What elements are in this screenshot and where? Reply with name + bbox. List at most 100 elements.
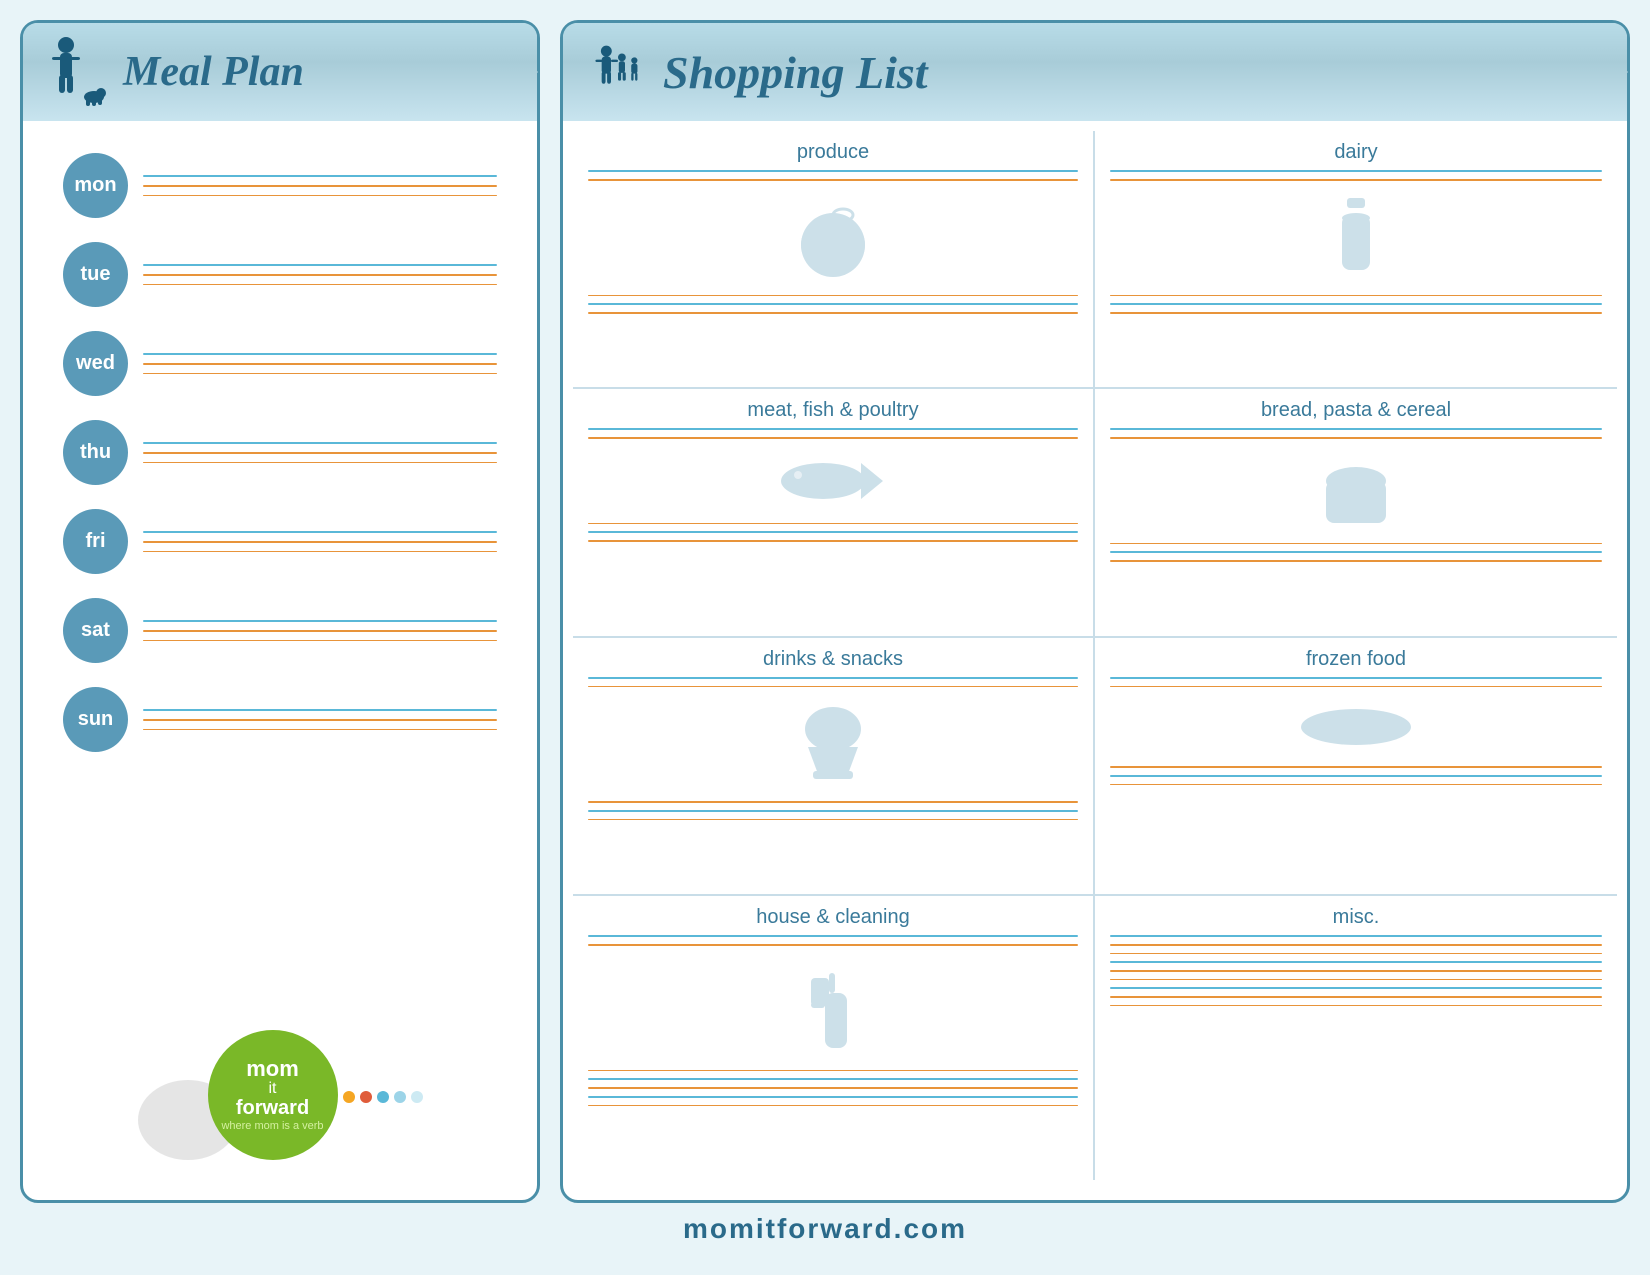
day-circle-sat: sat bbox=[63, 598, 128, 663]
logo-dots bbox=[343, 1091, 423, 1103]
line bbox=[143, 462, 497, 464]
line bbox=[143, 531, 497, 533]
dot-orange bbox=[343, 1091, 355, 1103]
section-misc: misc. bbox=[1095, 896, 1617, 1180]
main-content: Meal Plan mon tue bbox=[20, 20, 1630, 1203]
shopping-banner: Shopping List bbox=[563, 23, 1627, 121]
frozen-icon bbox=[1110, 699, 1602, 754]
page-wrapper: Meal Plan mon tue bbox=[0, 0, 1650, 1275]
logo-circle: mom it forward where mom is a verb bbox=[208, 1030, 338, 1160]
line bbox=[143, 195, 497, 197]
meat-label: meat, fish & poultry bbox=[588, 399, 1078, 422]
line bbox=[143, 709, 497, 711]
line bbox=[143, 284, 497, 286]
dot-blue2 bbox=[394, 1091, 406, 1103]
fish-icon bbox=[588, 451, 1078, 511]
cupcake-icon bbox=[588, 699, 1078, 789]
day-lines-thu bbox=[143, 442, 497, 463]
day-row-sat: sat bbox=[43, 586, 517, 675]
day-row-thu: thu bbox=[43, 408, 517, 497]
line bbox=[143, 620, 497, 622]
section-meat: meat, fish & poultry bbox=[573, 389, 1095, 637]
logo-mom: mom bbox=[246, 1057, 299, 1081]
line bbox=[143, 353, 497, 355]
days-list: mon tue bbox=[23, 131, 537, 1010]
house-lines bbox=[588, 935, 1078, 1106]
line bbox=[143, 373, 497, 375]
line bbox=[143, 630, 497, 632]
bread-label: bread, pasta & cereal bbox=[1110, 399, 1602, 422]
shopping-icon bbox=[583, 37, 653, 107]
frozen-lines bbox=[1110, 677, 1602, 786]
apple-icon bbox=[588, 193, 1078, 283]
section-frozen: frozen food bbox=[1095, 638, 1617, 896]
day-circle-fri: fri bbox=[63, 509, 128, 574]
milk-icon bbox=[1110, 193, 1602, 283]
section-bread: bread, pasta & cereal bbox=[1095, 389, 1617, 637]
dot-blue3 bbox=[411, 1091, 423, 1103]
footer-url: momitforward.com bbox=[683, 1213, 967, 1244]
line bbox=[143, 175, 497, 177]
logo-dots-area bbox=[343, 1088, 423, 1103]
produce-lines bbox=[588, 170, 1078, 314]
line bbox=[143, 729, 497, 731]
line bbox=[143, 640, 497, 642]
day-lines-sun bbox=[143, 709, 497, 730]
section-house: house & cleaning bbox=[573, 896, 1095, 1180]
meal-plan-title: Meal Plan bbox=[123, 48, 304, 96]
logo-it: it bbox=[269, 1081, 277, 1097]
day-row-sun: sun bbox=[43, 675, 517, 764]
dot-blue1 bbox=[377, 1091, 389, 1103]
logo-area: mom it forward where mom is a verb bbox=[23, 1010, 537, 1180]
dairy-label: dairy bbox=[1110, 141, 1602, 164]
meal-plan-banner: Meal Plan bbox=[23, 23, 537, 121]
line bbox=[143, 719, 497, 721]
day-lines-mon bbox=[143, 175, 497, 196]
line bbox=[143, 442, 497, 444]
spray-icon bbox=[588, 958, 1078, 1058]
line bbox=[143, 541, 497, 543]
day-circle-sun: sun bbox=[63, 687, 128, 752]
shopping-list-title: Shopping List bbox=[663, 46, 928, 99]
day-row-mon: mon bbox=[43, 141, 517, 230]
day-circle-thu: thu bbox=[63, 420, 128, 485]
dairy-lines bbox=[1110, 170, 1602, 314]
misc-lines bbox=[1110, 935, 1602, 1006]
logo-forward: forward bbox=[236, 1097, 309, 1119]
house-label: house & cleaning bbox=[588, 906, 1078, 929]
meal-plan-icon bbox=[43, 37, 113, 107]
drinks-lines bbox=[588, 677, 1078, 821]
logo-tagline: where mom is a verb bbox=[221, 1119, 323, 1133]
bread-icon bbox=[1110, 451, 1602, 531]
line bbox=[143, 185, 497, 187]
produce-label: produce bbox=[588, 141, 1078, 164]
day-lines-tue bbox=[143, 264, 497, 285]
line bbox=[143, 274, 497, 276]
frozen-label: frozen food bbox=[1110, 648, 1602, 671]
bread-lines bbox=[1110, 428, 1602, 562]
meal-plan-panel: Meal Plan mon tue bbox=[20, 20, 540, 1203]
line bbox=[143, 264, 497, 266]
day-circle-wed: wed bbox=[63, 331, 128, 396]
line bbox=[143, 452, 497, 454]
day-lines-sat bbox=[143, 620, 497, 641]
day-circle-tue: tue bbox=[63, 242, 128, 307]
line bbox=[143, 551, 497, 553]
day-lines-fri bbox=[143, 531, 497, 552]
day-circle-mon: mon bbox=[63, 153, 128, 218]
section-dairy: dairy bbox=[1095, 131, 1617, 389]
shopping-list-panel: Shopping List produce bbox=[560, 20, 1630, 1203]
section-drinks: drinks & snacks bbox=[573, 638, 1095, 896]
misc-label: misc. bbox=[1110, 906, 1602, 929]
footer: momitforward.com bbox=[20, 1203, 1630, 1255]
day-lines-wed bbox=[143, 353, 497, 374]
dot-red bbox=[360, 1091, 372, 1103]
shopping-grid: produce bbox=[563, 131, 1627, 1180]
line bbox=[143, 363, 497, 365]
drinks-label: drinks & snacks bbox=[588, 648, 1078, 671]
meat-lines bbox=[588, 428, 1078, 542]
day-row-wed: wed bbox=[43, 319, 517, 408]
section-produce: produce bbox=[573, 131, 1095, 389]
day-row-fri: fri bbox=[43, 497, 517, 586]
day-row-tue: tue bbox=[43, 230, 517, 319]
